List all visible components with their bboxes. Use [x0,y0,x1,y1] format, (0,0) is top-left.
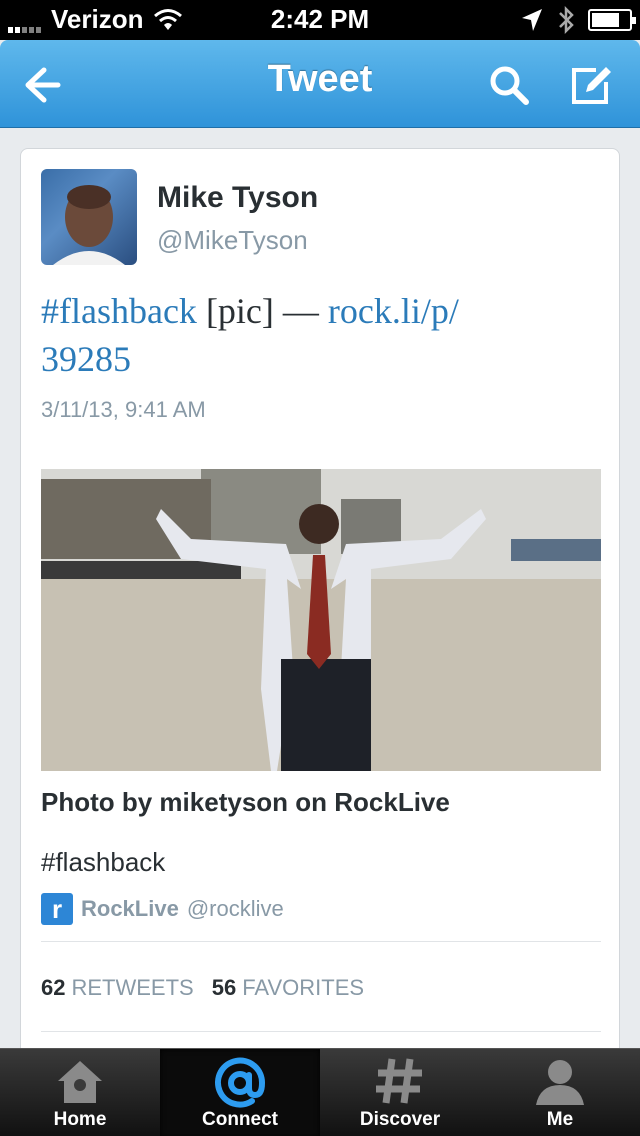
tab-connect[interactable]: Connect [160,1049,320,1136]
retweets-stat[interactable]: 62 RETWEETS [41,975,194,1001]
rocklive-logo-icon: r [41,893,73,925]
retweets-label: RETWEETS [71,975,194,1000]
tab-discover-label: Discover [359,1109,441,1130]
tab-me[interactable]: Me [480,1049,640,1136]
tab-bar: Home Connect Discover Me [0,1048,640,1136]
url-link[interactable]: rock.li/p/ [328,291,459,331]
hashtag-link[interactable]: #flashback [41,291,197,331]
source-attribution[interactable]: r RockLive @rocklive [41,893,284,925]
tab-connect-label: Connect [202,1109,278,1130]
location-icon [522,9,542,31]
source-handle: @rocklive [186,896,284,921]
tab-home-label: Home [53,1109,107,1130]
tab-discover[interactable]: Discover [320,1049,480,1136]
person-icon [536,1060,584,1105]
url-link-continued[interactable]: 39285 [41,339,131,379]
tweet-photo[interactable] [41,469,601,771]
tab-me-label: Me [546,1109,574,1130]
battery-icon [588,9,636,31]
tweet-text-middle: [pic] — [196,291,328,331]
favorites-label: FAVORITES [242,975,365,1000]
display-name[interactable]: Mike Tyson [157,181,318,215]
tweet-text: #flashback [pic] — rock.li/p/ 39285 [41,287,601,383]
avatar[interactable] [41,169,137,265]
bluetooth-icon [559,6,574,34]
home-icon [58,1061,102,1103]
favorites-count: 56 [211,975,237,1000]
navigation-bar: Tweet [0,40,640,128]
search-icon[interactable] [484,60,534,110]
divider [41,941,601,942]
page-title: Tweet [267,58,373,100]
media-card-description: #flashback [41,847,166,877]
retweets-count: 62 [41,975,66,1000]
user-handle[interactable]: @MikeTyson [157,225,308,256]
media-card-title[interactable]: Photo by miketyson on RockLive [41,787,450,818]
tweet-card: Mike Tyson @MikeTyson #flashback [pic] —… [20,148,620,1068]
tweet-timestamp: 3/11/13, 9:41 AM [41,397,206,422]
status-bar: Verizon 2:42 PM [0,0,640,40]
at-icon [215,1057,266,1108]
compose-icon[interactable] [566,60,616,110]
favorites-stat[interactable]: 56 FAVORITES [212,975,364,1001]
divider [41,1031,601,1032]
source-name: RockLive [81,896,179,921]
hash-icon [376,1058,422,1104]
tweet-stats: 62 RETWEETS 56 FAVORITES [41,975,382,1001]
tab-home[interactable]: Home [0,1049,160,1136]
